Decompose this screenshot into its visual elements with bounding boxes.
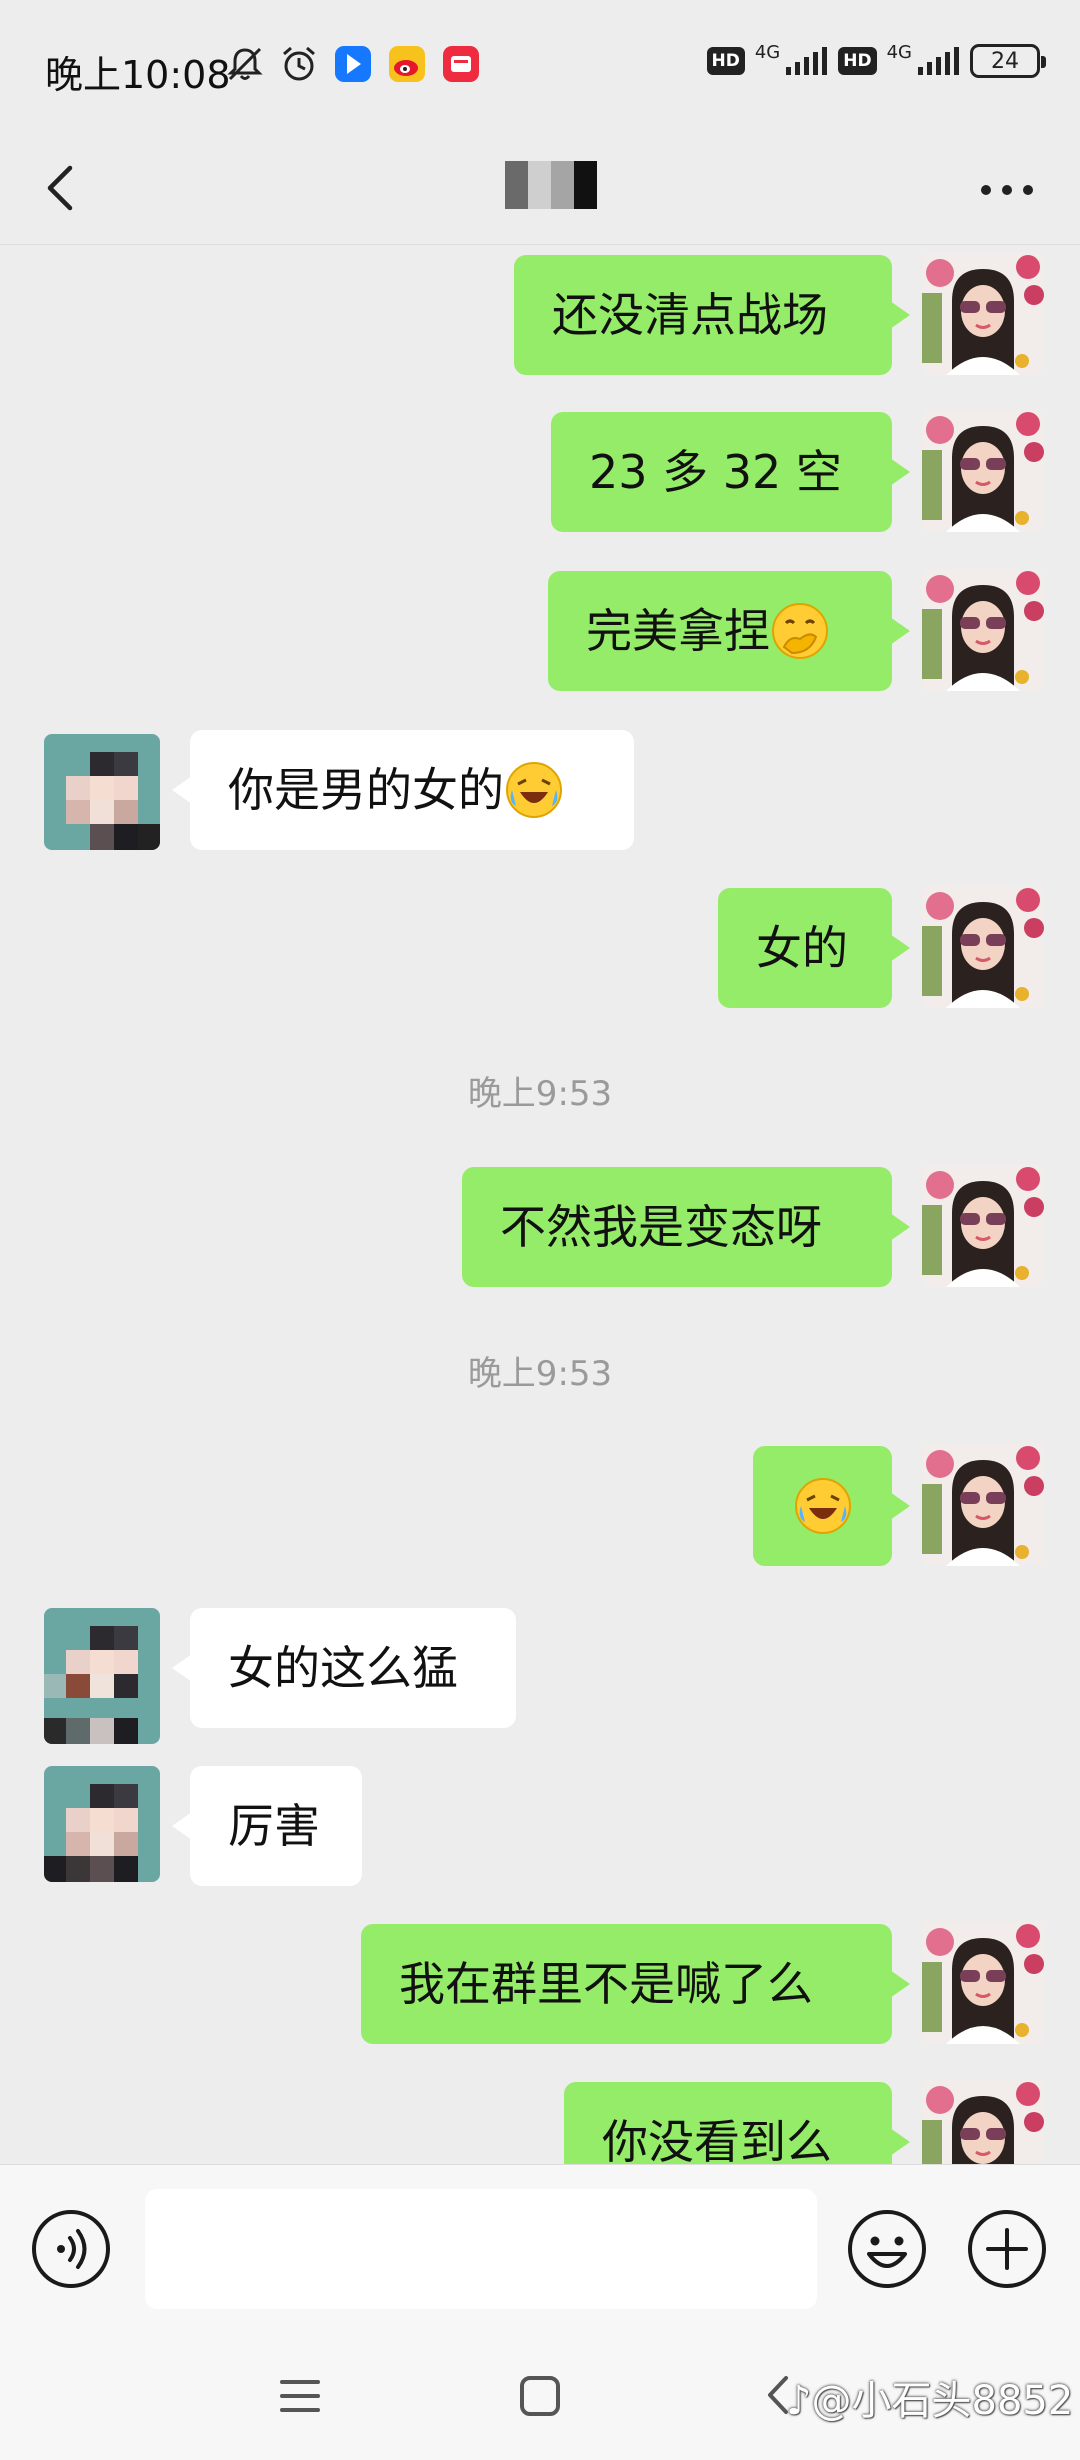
avatar-image-pixelated xyxy=(44,734,160,850)
status-time: 晚上10:08 xyxy=(45,53,231,97)
contact-name-pixelated xyxy=(505,161,597,209)
avatar-me[interactable] xyxy=(922,2080,1044,2164)
app-red-icon xyxy=(443,46,479,82)
watermark: ♪@小石头8852 xyxy=(786,2378,1074,2424)
pixel-block xyxy=(528,161,551,209)
avatar-image xyxy=(922,2080,1044,2164)
avatar-me[interactable] xyxy=(922,1165,1044,1287)
system-nav-bar: ♪@小石头8852 xyxy=(0,2332,1080,2460)
avatar-image xyxy=(922,1444,1044,1566)
alarm-icon xyxy=(283,46,315,81)
message-bubble-other[interactable]: 你是男的女的 xyxy=(172,730,634,850)
watermark-text: 小石头8852 xyxy=(851,2378,1074,2424)
message-bubble-other[interactable]: 厉害 xyxy=(172,1766,362,1886)
more-dots-icon[interactable] xyxy=(972,165,1042,215)
smiley-icon[interactable] xyxy=(846,2208,928,2290)
avatar-image xyxy=(922,410,1044,532)
crying-laughing-emoji xyxy=(794,1477,851,1534)
chat-area[interactable]: 还没清点战场 23 多 32 空 完美拿捏 你是男的女的 女的 晚上9:53 不… xyxy=(0,246,1080,2164)
timestamp: 晚上9:53 xyxy=(467,1074,613,1114)
message-bubble-me[interactable]: 还没清点战场 xyxy=(514,255,910,375)
avatar-image xyxy=(922,1922,1044,2044)
avatar-other[interactable] xyxy=(44,734,160,850)
avatar-me[interactable] xyxy=(922,1444,1044,1566)
avatar-me[interactable] xyxy=(922,569,1044,691)
timestamp: 晚上9:53 xyxy=(467,1354,613,1394)
plus-icon[interactable] xyxy=(966,2208,1048,2290)
message-bubble-me[interactable]: 我在群里不是喊了么 xyxy=(361,1924,910,2044)
message-bubble-other[interactable]: 女的这么猛 xyxy=(172,1608,516,1728)
avatar-me[interactable] xyxy=(922,886,1044,1008)
message-bubble-me[interactable]: 完美拿捏 xyxy=(548,571,910,691)
avatar-other[interactable] xyxy=(44,1608,160,1744)
avatar-me[interactable] xyxy=(922,410,1044,532)
avatar-me[interactable] xyxy=(922,1922,1044,2044)
hd-badge-2: HD xyxy=(838,47,877,75)
message-bubble-me[interactable]: 23 多 32 空 xyxy=(551,412,910,532)
battery-level: 24 xyxy=(991,48,1019,74)
chevron-left-icon[interactable] xyxy=(30,153,100,223)
hand-over-mouth-emoji xyxy=(772,602,828,659)
message-bubble-me[interactable]: 女的 xyxy=(718,888,910,1008)
signal-icon xyxy=(918,47,959,75)
voice-icon[interactable] xyxy=(30,2208,112,2290)
message-text: 完美拿捏 xyxy=(586,604,770,658)
hd-badge-1: HD xyxy=(706,47,745,75)
status-icons-left xyxy=(225,44,481,84)
chat-header xyxy=(0,135,1080,245)
pixel-block xyxy=(505,161,528,209)
signal-icon xyxy=(786,47,828,75)
status-bar: 晚上10:08 HD 4G HD 4G 24 xyxy=(0,0,1080,135)
pixel-block xyxy=(551,161,574,209)
menu-icon[interactable] xyxy=(278,2376,322,2416)
weibo-icon xyxy=(389,46,425,82)
mute-icon xyxy=(227,47,263,81)
avatar-image xyxy=(922,1165,1044,1287)
network-label-1: 4G xyxy=(754,41,781,63)
status-icons-right: HD 4G HD 4G 24 xyxy=(706,41,1046,78)
avatar-image xyxy=(922,253,1044,375)
network-label-2: 4G xyxy=(886,41,912,63)
pixel-block xyxy=(574,161,597,209)
message-bubble-me[interactable] xyxy=(753,1446,910,1566)
app-blue-icon xyxy=(335,46,371,82)
crying-laughing-emoji xyxy=(506,761,562,818)
avatar-other[interactable] xyxy=(44,1766,160,1882)
message-input[interactable] xyxy=(145,2189,817,2309)
input-bar xyxy=(0,2164,1080,2332)
message-text: 你是男的女的 xyxy=(228,763,504,817)
battery-icon: 24 xyxy=(970,44,1046,78)
message-bubble-me[interactable]: 你没看到么 xyxy=(564,2082,910,2164)
avatar-image-pixelated xyxy=(44,1608,160,1744)
avatar-image xyxy=(922,886,1044,1008)
avatar-image-pixelated xyxy=(44,1766,160,1882)
avatar-image xyxy=(922,569,1044,691)
avatar-me[interactable] xyxy=(922,253,1044,375)
home-square-icon[interactable] xyxy=(518,2374,562,2418)
message-bubble-me[interactable]: 不然我是变态呀 xyxy=(462,1167,910,1287)
